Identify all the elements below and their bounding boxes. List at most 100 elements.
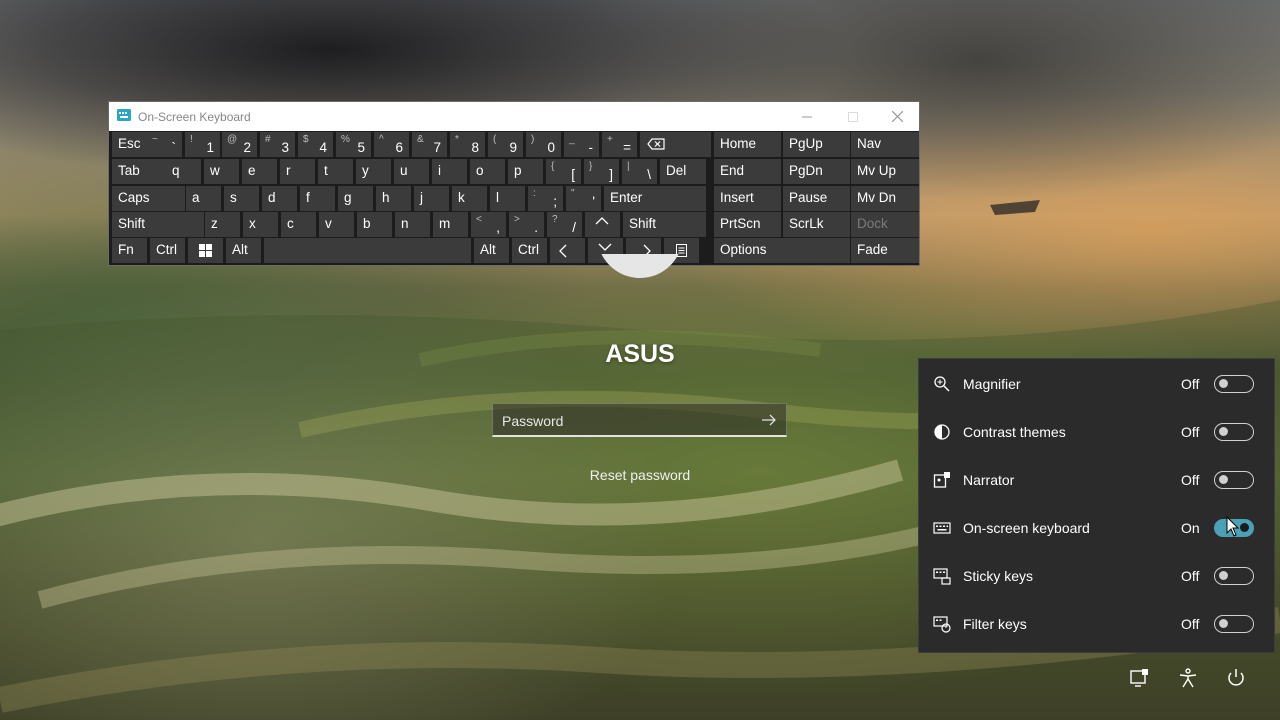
key-scrlk[interactable]: ScrLk — [783, 212, 850, 237]
key-l[interactable]: l — [490, 186, 525, 211]
flyout-item-contrast-themes[interactable]: Contrast themes Off — [919, 408, 1274, 456]
key-esc[interactable]: Esc — [112, 132, 147, 157]
key-ctrl-right[interactable]: Ctrl — [512, 238, 547, 263]
key-3[interactable]: #3 — [260, 132, 295, 157]
magnifier-toggle[interactable] — [1214, 375, 1254, 393]
key-9[interactable]: (9 — [488, 132, 523, 157]
key-y[interactable]: y — [356, 159, 391, 184]
key-g[interactable]: g — [338, 186, 373, 211]
key-semicolon[interactable]: :; — [528, 186, 563, 211]
key-u[interactable]: u — [394, 159, 429, 184]
key-shift-right[interactable]: Shift — [623, 212, 706, 237]
contrast-themes-toggle[interactable] — [1214, 423, 1254, 441]
key-alt-right[interactable]: Alt — [474, 238, 509, 263]
key-a[interactable]: a — [186, 186, 221, 211]
key-n[interactable]: n — [395, 212, 430, 237]
osk-titlebar[interactable]: On-Screen Keyboard — [109, 102, 919, 131]
key-caps[interactable]: Caps — [112, 186, 185, 211]
submit-arrow-icon[interactable] — [758, 410, 780, 430]
key-1[interactable]: ! 1 — [185, 132, 220, 157]
key-pause[interactable]: Pause — [783, 186, 850, 211]
key-period[interactable]: >. — [509, 212, 544, 237]
key-options[interactable]: Options — [714, 238, 850, 263]
flyout-item-narrator[interactable]: Narrator Off — [919, 456, 1274, 504]
key-nav[interactable]: Nav — [851, 132, 919, 157]
key-end[interactable]: End — [714, 159, 781, 184]
key-ctrl-left[interactable]: Ctrl — [150, 238, 185, 263]
password-input[interactable] — [493, 404, 759, 437]
key-i[interactable]: i — [432, 159, 467, 184]
key-mvup[interactable]: Mv Up — [851, 159, 919, 184]
key-shift-left[interactable]: Shift — [112, 212, 204, 237]
key-z[interactable]: z — [205, 212, 240, 237]
key-fn[interactable]: Fn — [112, 238, 147, 263]
flyout-item-sticky-keys[interactable]: Sticky keys Off — [919, 552, 1274, 600]
key-prtscn[interactable]: PrtScn — [714, 212, 781, 237]
key-lbracket[interactable]: {[ — [546, 159, 581, 184]
key-s[interactable]: s — [224, 186, 259, 211]
key-q[interactable]: q — [166, 159, 201, 184]
key-0[interactable]: ) 0 — [526, 132, 561, 157]
key-m[interactable]: m — [433, 212, 468, 237]
key-h[interactable]: h — [376, 186, 411, 211]
key-pgup[interactable]: PgUp — [783, 132, 850, 157]
minimize-button[interactable] — [784, 102, 830, 131]
key-enter[interactable]: Enter — [604, 186, 706, 211]
key-mvdn[interactable]: Mv Dn — [851, 186, 919, 211]
key-t[interactable]: t — [318, 159, 353, 184]
key-7[interactable]: & 7 — [412, 132, 447, 157]
reset-password-link[interactable]: Reset password — [540, 467, 740, 483]
key-space[interactable] — [264, 238, 471, 263]
key-backspace[interactable] — [640, 132, 711, 157]
key-del[interactable]: Del — [660, 159, 706, 184]
flyout-item-filter-keys[interactable]: Filter keys Off — [919, 600, 1274, 648]
key-c[interactable]: c — [281, 212, 316, 237]
key-o[interactable]: o — [470, 159, 505, 184]
key-8[interactable]: * 8 — [450, 132, 485, 157]
key-6[interactable]: ^ 6 — [374, 132, 409, 157]
key-slash[interactable]: ? / — [547, 212, 582, 237]
key-2[interactable]: @2 — [222, 132, 257, 157]
narrator-toggle[interactable] — [1214, 471, 1254, 489]
key-5[interactable]: % 5 — [336, 132, 371, 157]
key-pgdn[interactable]: PgDn — [783, 159, 850, 184]
key-alt-left[interactable]: Alt — [226, 238, 261, 263]
key-d[interactable]: d — [262, 186, 297, 211]
key-minus[interactable]: _ - — [564, 132, 599, 157]
key-equals[interactable]: + = — [602, 132, 637, 157]
key-fade[interactable]: Fade — [851, 238, 919, 263]
key-backtick[interactable]: ~ ` — [147, 132, 182, 157]
key-x[interactable]: x — [243, 212, 278, 237]
key-k[interactable]: k — [452, 186, 487, 211]
sticky-keys-toggle[interactable] — [1214, 567, 1254, 585]
key-v[interactable]: v — [319, 212, 354, 237]
power-icon[interactable] — [1225, 667, 1247, 689]
key-e[interactable]: e — [242, 159, 277, 184]
key-f[interactable]: f — [300, 186, 335, 211]
key-arrow-up[interactable] — [585, 212, 620, 237]
accessibility-icon[interactable] — [1177, 667, 1199, 689]
key-b[interactable]: b — [357, 212, 392, 237]
key-4[interactable]: $4 — [298, 132, 333, 157]
key-rbracket[interactable]: }] — [584, 159, 619, 184]
key-tab[interactable]: Tab — [112, 159, 166, 184]
close-button[interactable] — [874, 102, 920, 131]
flyout-item-magnifier[interactable]: Magnifier Off — [919, 360, 1274, 408]
on-screen-keyboard-window[interactable]: On-Screen Keyboard Esc ~ `! 1 @2 #3 $4% 5 ^ 6 & 7 * 8… — [108, 101, 920, 266]
key-quote[interactable]: " ' — [566, 186, 601, 211]
key-insert[interactable]: Insert — [714, 186, 781, 211]
key-win[interactable] — [188, 238, 223, 263]
key-arrow-left[interactable] — [550, 238, 585, 263]
key-w[interactable]: w — [204, 159, 239, 184]
password-field-container[interactable] — [492, 403, 787, 437]
key-dock[interactable]: Dock — [851, 212, 919, 237]
flyout-item-on-screen-keyboard[interactable]: On-screen keyboard On — [919, 504, 1274, 552]
network-icon[interactable] — [1128, 667, 1150, 689]
key-backslash[interactable]: | \ — [622, 159, 657, 184]
maximize-button[interactable] — [830, 102, 876, 131]
key-p[interactable]: p — [508, 159, 543, 184]
key-home[interactable]: Home — [714, 132, 781, 157]
key-comma[interactable]: <, — [471, 212, 506, 237]
key-j[interactable]: j — [414, 186, 449, 211]
key-r[interactable]: r — [280, 159, 315, 184]
